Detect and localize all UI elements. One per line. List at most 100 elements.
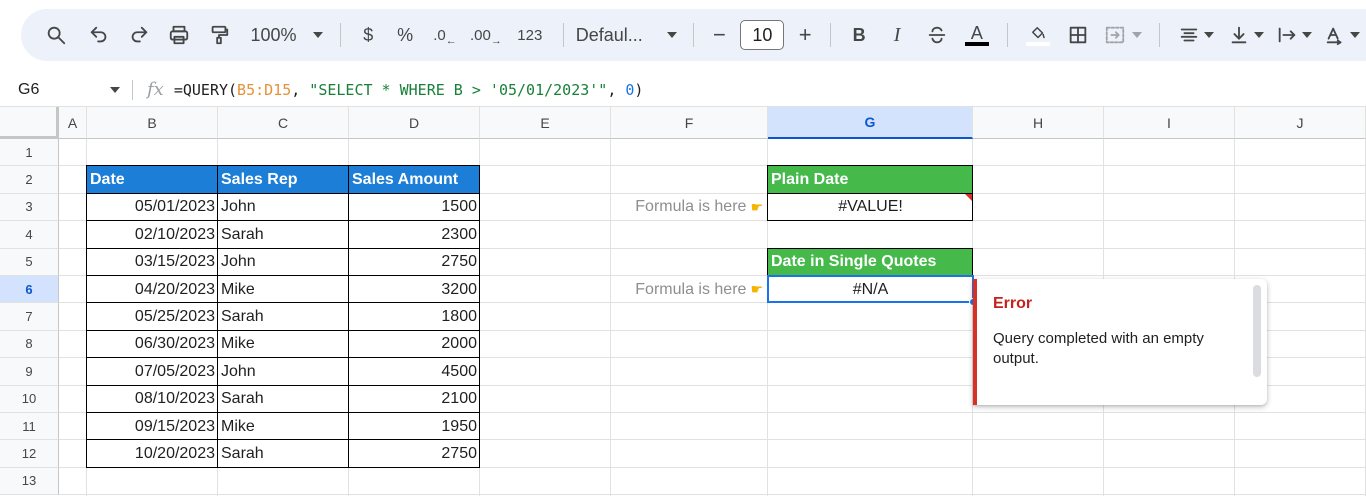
- table-cell-date[interactable]: 08/10/2023: [87, 386, 218, 413]
- quotes-date-header[interactable]: Date in Single Quotes: [768, 248, 973, 276]
- table-cell-date[interactable]: 09/15/2023: [87, 413, 218, 440]
- fill-color-button[interactable]: [1018, 17, 1058, 53]
- column-header-j[interactable]: J: [1235, 107, 1366, 139]
- vertical-align-button[interactable]: [1222, 17, 1270, 53]
- row-header-4[interactable]: 4: [0, 221, 59, 249]
- column-header-c[interactable]: C: [218, 107, 349, 139]
- strikethrough-button[interactable]: [917, 17, 957, 53]
- column-header-g[interactable]: G: [768, 107, 973, 139]
- error-scrollbar[interactable]: [1253, 285, 1261, 377]
- row-header-11[interactable]: 11: [0, 413, 59, 441]
- error-tooltip: Error Query completed with an empty outp…: [973, 279, 1267, 405]
- table-cell-sales-rep[interactable]: John: [218, 249, 349, 276]
- table-header-sales-amount[interactable]: Sales Amount: [349, 166, 480, 194]
- borders-button[interactable]: [1058, 17, 1098, 53]
- percent-format-button[interactable]: %: [385, 17, 425, 53]
- bold-label: B: [852, 24, 866, 45]
- row-header-2[interactable]: 2: [0, 166, 59, 194]
- text-rotation-button[interactable]: [1318, 17, 1366, 53]
- table-cell-sales-amount[interactable]: 2750: [349, 249, 480, 276]
- table-cell-sales-rep[interactable]: Sarah: [218, 221, 349, 248]
- column-header-e[interactable]: E: [480, 107, 611, 139]
- table-header-sales-rep[interactable]: Sales Rep: [218, 166, 349, 194]
- row-header-7[interactable]: 7: [0, 303, 59, 331]
- formula-input[interactable]: =QUERY(B5:D15, "SELECT * WHERE B > '05/0…: [174, 81, 644, 99]
- column-header-h[interactable]: H: [973, 107, 1104, 139]
- text-wrapping-button[interactable]: [1270, 17, 1318, 53]
- table-cell-sales-amount[interactable]: 2000: [349, 331, 480, 358]
- column-header-a[interactable]: A: [59, 107, 87, 139]
- column-header-b[interactable]: B: [87, 107, 218, 139]
- print-button[interactable]: [159, 17, 199, 53]
- table-cell-sales-rep[interactable]: Mike: [218, 413, 349, 440]
- column-header-d[interactable]: D: [349, 107, 480, 139]
- table-cell-date[interactable]: 04/20/2023: [87, 276, 218, 303]
- row-header-1[interactable]: 1: [0, 139, 59, 167]
- redo-button[interactable]: [119, 17, 159, 53]
- table-cell-sales-rep[interactable]: Sarah: [218, 386, 349, 413]
- font-size-input[interactable]: 10: [740, 20, 785, 50]
- currency-format-button[interactable]: $: [351, 17, 385, 53]
- italic-label: I: [893, 23, 901, 46]
- column-header-f[interactable]: F: [611, 107, 768, 139]
- more-formats-button[interactable]: 123: [507, 17, 553, 53]
- table-cell-sales-rep[interactable]: John: [218, 358, 349, 385]
- row-header-6[interactable]: 6: [0, 276, 59, 304]
- table-cell-sales-rep[interactable]: Mike: [218, 276, 349, 303]
- column-header-i[interactable]: I: [1104, 107, 1235, 139]
- row-header-13[interactable]: 13: [0, 467, 59, 496]
- name-box[interactable]: G6: [0, 73, 132, 107]
- zoom-select[interactable]: 100%: [238, 17, 330, 53]
- decrease-font-size-button[interactable]: −: [704, 17, 734, 53]
- plain-date-header[interactable]: Plain Date: [768, 166, 973, 194]
- font-family-select[interactable]: Defaul...: [574, 17, 684, 53]
- table-cell-date[interactable]: 03/15/2023: [87, 249, 218, 276]
- pointing-hand-icon: ☛: [750, 281, 763, 298]
- table-cell-sales-amount[interactable]: 2100: [349, 386, 480, 413]
- table-cell-sales-rep[interactable]: Mike: [218, 331, 349, 358]
- table-border-vertical: [479, 166, 480, 468]
- table-cell-sales-amount[interactable]: 2300: [349, 221, 480, 248]
- table-cell-sales-amount[interactable]: 1950: [349, 413, 480, 440]
- table-cell-sales-rep[interactable]: John: [218, 194, 349, 221]
- row-header-3[interactable]: 3: [0, 193, 59, 222]
- merge-cells-icon: [1106, 26, 1125, 44]
- select-all-corner[interactable]: [0, 107, 59, 139]
- text-color-button[interactable]: A: [957, 17, 997, 53]
- table-cell-sales-rep[interactable]: Sarah: [218, 303, 349, 330]
- table-border-vertical: [348, 166, 349, 468]
- increase-decimal-label: .00: [469, 26, 491, 44]
- plain-date-result[interactable]: #VALUE!: [768, 194, 973, 221]
- merge-cells-button[interactable]: [1098, 17, 1150, 53]
- table-cell-sales-amount[interactable]: 4500: [349, 358, 480, 385]
- increase-font-size-button[interactable]: +: [790, 17, 820, 53]
- increase-decimal-button[interactable]: .00 →: [465, 17, 507, 53]
- table-cell-sales-rep[interactable]: Sarah: [218, 440, 349, 467]
- row-header-12[interactable]: 12: [0, 440, 59, 468]
- decrease-decimal-button[interactable]: .0 ←: [425, 17, 465, 53]
- font-size-control[interactable]: 10: [734, 17, 790, 53]
- row-header-5[interactable]: 5: [0, 248, 59, 276]
- horizontal-align-button[interactable]: [1170, 17, 1222, 53]
- table-cell-sales-amount[interactable]: 2750: [349, 440, 480, 467]
- table-cell-date[interactable]: 02/10/2023: [87, 221, 218, 248]
- error-indicator-icon[interactable]: [965, 193, 972, 201]
- table-cell-date[interactable]: 07/05/2023: [87, 358, 218, 385]
- search-menus-button[interactable]: [41, 17, 71, 53]
- italic-button[interactable]: I: [877, 17, 917, 53]
- table-cell-sales-amount[interactable]: 1500: [349, 194, 480, 221]
- bold-button[interactable]: B: [841, 17, 877, 53]
- paint-format-button[interactable]: [199, 17, 239, 53]
- currency-label: $: [363, 24, 374, 45]
- undo-button[interactable]: [79, 17, 119, 53]
- row-header-8[interactable]: 8: [0, 330, 59, 359]
- table-header-date[interactable]: Date: [87, 166, 218, 194]
- table-cell-date[interactable]: 05/25/2023: [87, 303, 218, 330]
- row-header-9[interactable]: 9: [0, 358, 59, 386]
- table-cell-date[interactable]: 06/30/2023: [87, 331, 218, 358]
- table-cell-date[interactable]: 05/01/2023: [87, 194, 218, 221]
- table-cell-sales-amount[interactable]: 1800: [349, 303, 480, 330]
- table-cell-sales-amount[interactable]: 3200: [349, 276, 480, 303]
- row-header-10[interactable]: 10: [0, 385, 59, 413]
- table-cell-date[interactable]: 10/20/2023: [87, 440, 218, 467]
